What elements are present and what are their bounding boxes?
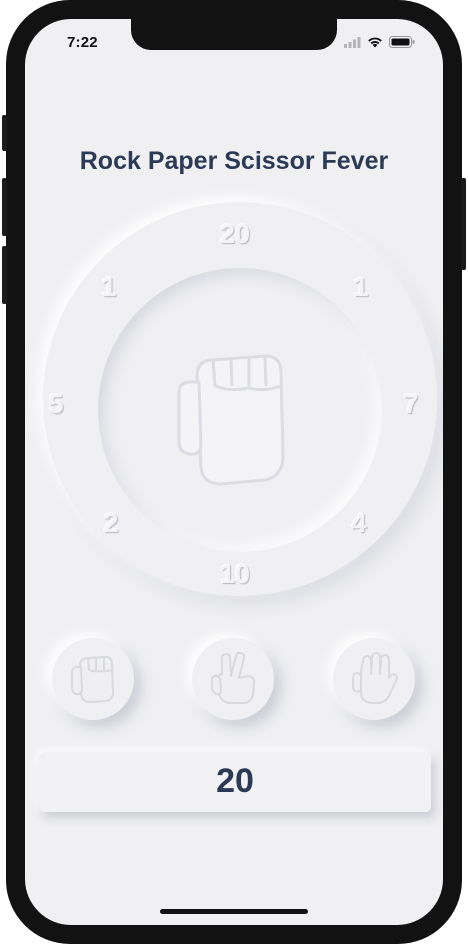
dial-number-top-right: 1 — [353, 272, 369, 302]
status-time: 7:22 — [67, 34, 98, 51]
dial-number-bottom-left: 2 — [103, 508, 119, 538]
dial-number-left: 5 — [48, 389, 64, 419]
battery-icon — [389, 36, 415, 48]
score-card: 20 — [39, 752, 431, 812]
signal-icon — [344, 36, 361, 48]
rock-hand-icon — [71, 656, 114, 703]
volume-up-button — [2, 178, 7, 236]
phone-mockup: 7:22 Rock Paper Scissor Fever 20 1 1 5 7… — [0, 0, 468, 944]
rock-button[interactable] — [52, 638, 134, 720]
dial-number-bottom-right: 4 — [351, 508, 367, 538]
app-screen: 7:22 Rock Paper Scissor Fever 20 1 1 5 7… — [25, 19, 443, 925]
app-title: Rock Paper Scissor Fever — [79, 147, 389, 175]
volume-down-button — [2, 246, 7, 304]
home-indicator[interactable] — [160, 909, 308, 914]
paper-button[interactable] — [333, 638, 415, 720]
scissors-hand-icon — [211, 652, 255, 704]
fist-icon — [177, 354, 285, 486]
score-value: 20 — [216, 762, 254, 800]
dial-number-top-left: 1 — [101, 272, 117, 302]
paper-hand-icon — [352, 652, 398, 704]
power-button — [461, 178, 466, 270]
scissors-button[interactable] — [192, 638, 274, 720]
status-icons — [344, 36, 415, 48]
dial-number-bottom: 10 — [219, 559, 251, 589]
silent-switch — [2, 115, 7, 151]
dial-number-right: 7 — [403, 389, 419, 419]
wifi-icon — [368, 37, 382, 48]
dial-number-top: 20 — [219, 219, 251, 249]
notch — [131, 19, 337, 50]
